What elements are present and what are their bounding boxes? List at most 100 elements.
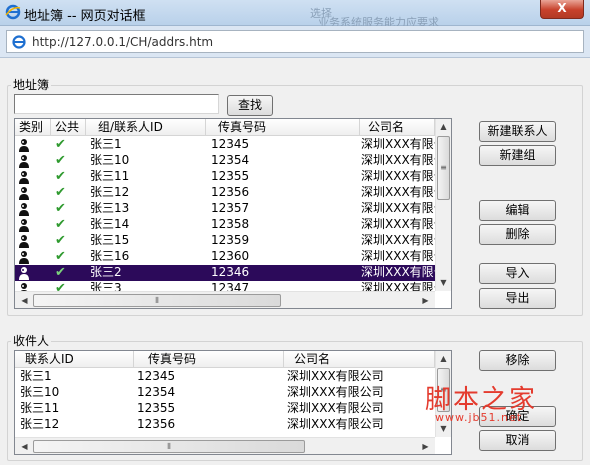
cell-id: 张三1 [20,369,52,383]
cell-company: 深圳XXX有限公司 [287,401,384,415]
contact-person-icon [15,137,51,153]
scroll-left-icon[interactable]: ◀ [17,293,32,308]
cell-company: 深圳XXX有限公司 [287,385,384,399]
cell-public: ✔ [55,265,66,280]
table-row[interactable]: ✔ 张三12 12356 深圳XXX有限公司 [15,185,435,201]
cell-id: 张三1 [90,137,122,151]
col-header-company[interactable]: 公司名 [284,351,435,368]
cell-id: 张三10 [20,385,60,399]
cell-public: ✔ [55,185,66,200]
cell-id: 张三2 [90,265,122,279]
recipients-list[interactable]: 联系人ID 传真号码 公司名 张三1 12345 深圳XXX有限公司 张三10 1235… [14,350,452,455]
search-button[interactable]: 查找 [227,95,273,116]
table-row[interactable]: ✔ 张三16 12360 深圳XXX有限公司 [15,249,435,265]
cell-company: 深圳XXX有限公司 [361,169,435,183]
scroll-thumb[interactable]: ≡ [437,136,450,200]
search-input[interactable] [14,94,219,114]
table-row[interactable]: 张三12 12356 深圳XXX有限公司 [15,417,435,433]
col-header-contact-id[interactable]: 联系人ID [15,351,134,368]
vertical-scrollbar[interactable]: ▲ ≡ ▼ [435,119,451,291]
scroll-right-icon[interactable]: ▶ [418,439,433,454]
scroll-thumb[interactable]: ⦀ [33,294,281,307]
cell-public: ✔ [55,153,66,168]
cell-fax: 12356 [137,417,176,431]
title-bar: 地址簿 -- 网页对话框 选择 业务系统服务能力应要求 X [0,0,590,29]
cell-company: 深圳XXX有限公司 [287,369,384,383]
cell-public: ✔ [55,137,66,152]
cell-fax: 12359 [211,233,250,247]
address-bar: http://127.0.0.1/CH/addrs.htm [0,26,590,58]
cell-id: 张三11 [90,169,130,183]
cell-fax: 12354 [137,385,176,399]
import-button[interactable]: 导入 [479,263,556,284]
col-header-id[interactable]: 组/联系人ID [86,119,206,136]
cell-public: ✔ [55,233,66,248]
remove-button[interactable]: 移除 [479,350,556,371]
cell-company: 深圳XXX有限公司 [361,137,435,151]
new-group-button[interactable]: 新建组 [479,145,556,166]
contact-person-icon [15,217,51,233]
scroll-left-icon[interactable]: ◀ [17,439,32,454]
new-contact-button[interactable]: 新建联系人 [479,121,556,142]
export-button[interactable]: 导出 [479,288,556,309]
table-row[interactable]: 张三1 12345 深圳XXX有限公司 [15,369,435,385]
scroll-up-icon[interactable]: ▲ [436,119,451,134]
watermark-url: www.jb51.net [435,411,523,424]
cell-id: 张三14 [90,217,130,231]
cell-company: 深圳XXX有限公司 [361,249,435,263]
cell-company: 深圳XXX有限公司 [361,265,435,279]
table-row[interactable]: 张三11 12355 深圳XXX有限公司 [15,401,435,417]
cell-fax: 12346 [211,265,250,279]
table-row[interactable]: ✔ 张三10 12354 深圳XXX有限公司 [15,153,435,169]
horizontal-scrollbar[interactable]: ◀ ⦀ ▶ [15,291,435,308]
cell-company: 深圳XXX有限公司 [361,153,435,167]
cell-id: 张三10 [90,153,130,167]
ie-icon [5,4,21,20]
scroll-right-icon[interactable]: ▶ [418,293,433,308]
cell-fax: 12345 [137,369,176,383]
cell-company: 深圳XXX有限公司 [361,201,435,215]
cell-id: 张三11 [20,401,60,415]
cell-id: 张三15 [90,233,130,247]
col-header-fax[interactable]: 传真号码 [134,351,284,368]
table-row[interactable]: ✔ 张三11 12355 深圳XXX有限公司 [15,169,435,185]
cell-public: ✔ [55,249,66,264]
table-row[interactable]: ✔ 张三2 12346 深圳XXX有限公司 [15,265,435,281]
horizontal-scrollbar[interactable]: ◀ ⦀ ▶ [15,437,435,454]
scroll-down-icon[interactable]: ▼ [436,275,451,290]
addressbook-legend: 地址簿 [11,76,52,93]
cell-fax: 12355 [137,401,176,415]
delete-button[interactable]: 删除 [479,224,556,245]
dialog-content: 地址簿 查找 类别 公共 组/联系人ID 传真号码 公司名 ✔ 张三1 12345 深… [0,59,590,465]
ie-page-icon [12,35,26,49]
edit-button[interactable]: 编辑 [479,200,556,221]
contact-person-icon [15,201,51,217]
scroll-thumb[interactable]: ⦀ [33,440,305,453]
addressbook-list[interactable]: 类别 公共 组/联系人ID 传真号码 公司名 ✔ 张三1 12345 深圳XXX有限公… [14,118,452,309]
contact-person-icon [15,185,51,201]
col-header-fax[interactable]: 传真号码 [206,119,360,136]
col-header-public[interactable]: 公共 [51,119,86,136]
table-row[interactable]: ✔ 张三1 12345 深圳XXX有限公司 [15,137,435,153]
cell-fax: 12360 [211,249,250,263]
table-row[interactable]: ✔ 张三15 12359 深圳XXX有限公司 [15,233,435,249]
col-header-type[interactable]: 类别 [15,119,51,136]
url-text[interactable]: http://127.0.0.1/CH/addrs.htm [32,35,213,49]
cell-company: 深圳XXX有限公司 [361,217,435,231]
contact-person-icon [15,233,51,249]
cell-fax: 12355 [211,169,250,183]
scroll-up-icon[interactable]: ▲ [436,351,451,366]
cancel-button[interactable]: 取消 [479,430,556,451]
col-header-company[interactable]: 公司名 [360,119,435,136]
cell-fax: 12358 [211,217,250,231]
table-row[interactable]: ✔ 张三14 12358 深圳XXX有限公司 [15,217,435,233]
cell-fax: 12356 [211,185,250,199]
cell-fax: 12345 [211,137,250,151]
close-button[interactable]: X [540,0,584,19]
cell-id: 张三16 [90,249,130,263]
table-row[interactable]: 张三10 12354 深圳XXX有限公司 [15,385,435,401]
table-row[interactable]: ✔ 张三13 12357 深圳XXX有限公司 [15,201,435,217]
cell-public: ✔ [55,169,66,184]
cell-company: 深圳XXX有限公司 [361,233,435,247]
contact-person-icon [15,169,51,185]
